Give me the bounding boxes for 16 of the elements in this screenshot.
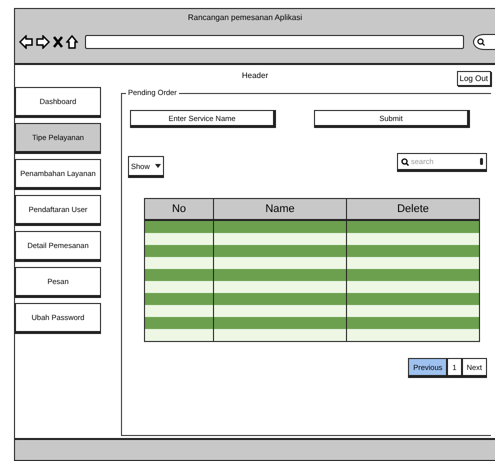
back-arrow-icon[interactable] [19,35,33,49]
column-header: Name [214,198,346,220]
search-icon [477,38,485,46]
column-header: No [144,198,214,220]
close-icon[interactable] [53,36,63,48]
window-title: Rancangan pemesanan Aplikasi [186,13,304,22]
logout-button[interactable]: Log Out [456,71,491,86]
search-button[interactable] [473,34,495,50]
address-bar[interactable] [85,35,464,49]
forward-arrow-icon[interactable] [36,35,50,49]
caret-icon [154,164,161,168]
header-title: Header [242,71,268,82]
home-icon[interactable] [66,35,78,49]
microphone-icon [480,158,483,165]
search-icon [401,158,409,166]
column-header: Delete [346,198,480,220]
